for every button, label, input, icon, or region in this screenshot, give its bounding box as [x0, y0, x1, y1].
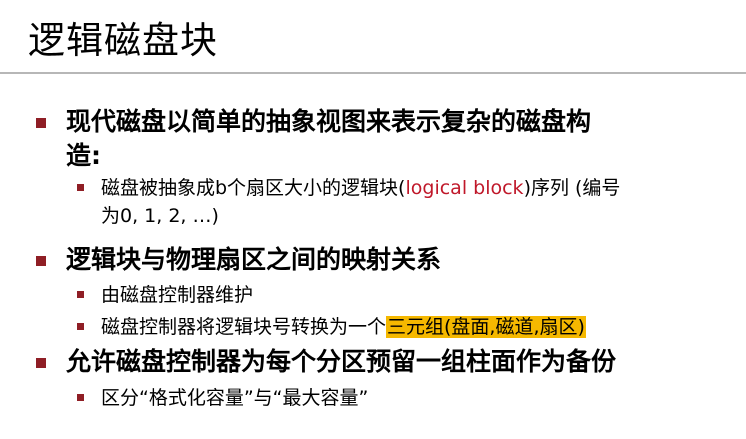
logical-block-term: logical block — [405, 177, 524, 199]
item1-line2: 造: — [66, 141, 101, 170]
item1-sub1-line1: 磁盘被抽象成b个扇区大小的逻辑块(logical block)序列 (编号 — [101, 173, 620, 203]
bullet-2 — [36, 256, 46, 266]
item3-text: 允许磁盘控制器为每个分区预留一组柱面作为备份 — [66, 347, 617, 376]
item3-sub1-text: 区分“格式化容量”与“最大容量” — [101, 387, 369, 409]
sub-bullet-2-1 — [77, 291, 84, 298]
item1-sub1-line2: 为0, 1, 2, …) — [101, 205, 219, 227]
bullet-1 — [36, 118, 46, 128]
item2-sub2-line: 磁盘控制器将逻辑块号转换为一个三元组(盘面,磁道,扇区) — [101, 312, 586, 342]
item1-sub1-text-b: )序列 (编号 — [523, 177, 621, 199]
item1-line1: 现代磁盘以简单的抽象视图来表示复杂的磁盘构 — [66, 107, 592, 136]
item1-sub1-text-a: 磁盘被抽象成b个扇区大小的逻辑块( — [101, 177, 406, 199]
item2-sub1-text: 由磁盘控制器维护 — [101, 284, 254, 306]
sub-bullet-2-2 — [77, 323, 84, 330]
slide-title: 逻辑磁盘块 — [28, 19, 218, 62]
item2-text: 逻辑块与物理扇区之间的映射关系 — [66, 245, 442, 274]
item2-sub2-text-a: 磁盘控制器将逻辑块号转换为一个 — [101, 316, 387, 338]
triple-highlight: 三元组(盘面,磁道,扇区) — [386, 316, 586, 338]
bullet-3 — [36, 358, 46, 368]
sub-bullet-3-1 — [77, 394, 84, 401]
title-divider — [0, 72, 746, 74]
sub-bullet-1-1 — [77, 184, 84, 191]
